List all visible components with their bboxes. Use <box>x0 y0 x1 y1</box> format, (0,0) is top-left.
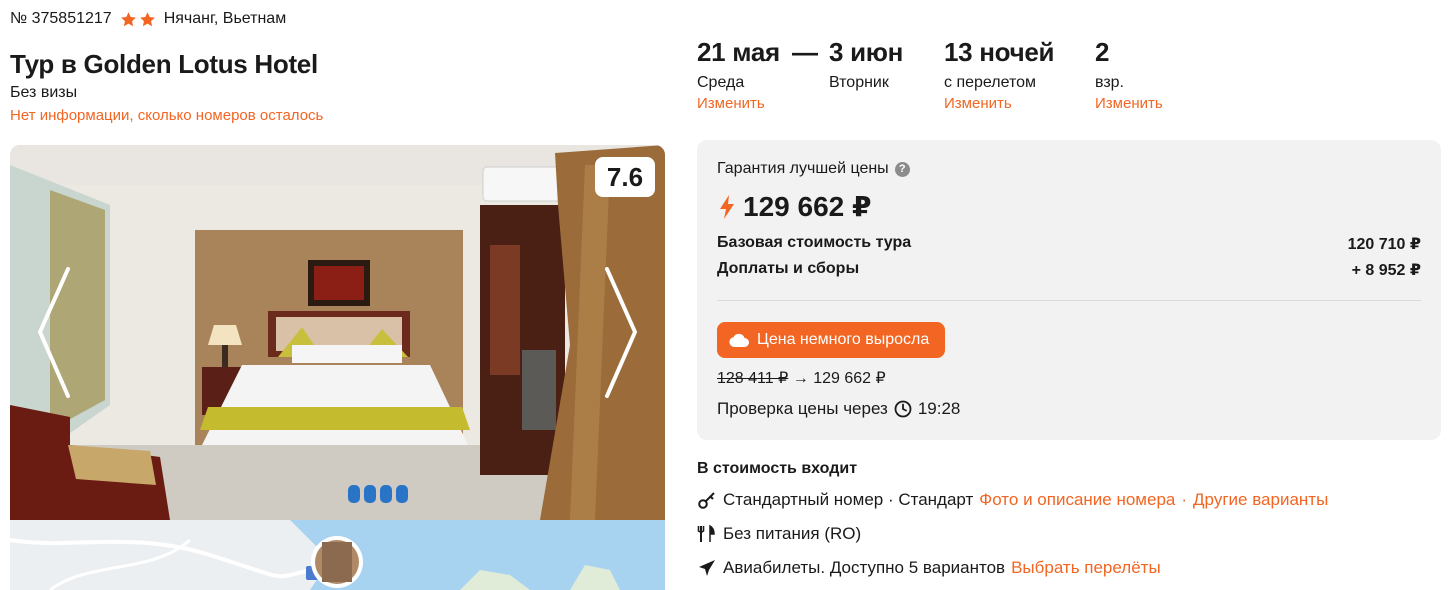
lightning-icon <box>720 194 734 219</box>
star-icon <box>120 11 136 26</box>
room-type: Стандартный номер · Стандарт <box>723 490 974 509</box>
guarantee-label: Гарантия лучшей цены <box>717 160 889 177</box>
guests-value: 2 <box>1095 37 1110 67</box>
arrow-right-icon: → <box>792 370 809 387</box>
base-price-row: Базовая стоимость тура 120 710 ₽ <box>717 234 1421 254</box>
chevron-left-icon[interactable] <box>34 265 74 400</box>
base-price-value: 120 710 ₽ <box>1347 236 1421 253</box>
date-from-weekday: Среда <box>697 74 745 91</box>
airplane-icon <box>699 560 715 576</box>
nights: 13 ночей с перелетом Изменить <box>944 37 1055 112</box>
hotel-map-preview[interactable] <box>10 520 665 590</box>
price-check-time: 19:28 <box>917 399 961 418</box>
new-price: 129 662 ₽ <box>813 370 886 387</box>
map-tiles <box>10 520 665 590</box>
guests: 2 взр. Изменить <box>1095 37 1163 112</box>
fees-label: Доплаты и сборы <box>717 260 860 277</box>
meal-plan: Без питания (RO) <box>723 524 862 543</box>
change-guests-link[interactable]: Изменить <box>1095 95 1163 112</box>
hotel-rating-badge: 7.6 <box>595 157 655 197</box>
price-increase-text: Цена немного выросла <box>757 331 930 348</box>
base-price-label: Базовая стоимость тура <box>717 234 912 251</box>
page-title: Тур в Golden Lotus Hotel <box>10 49 318 79</box>
price-check-label: Проверка цены через <box>717 399 888 418</box>
fees-row: Доплаты и сборы + 8 952 ₽ <box>717 260 1421 280</box>
rooms-availability-info: Нет информации, сколько номеров осталось <box>10 107 324 124</box>
cloud-icon <box>729 333 749 347</box>
included-title: В стоимость входит <box>697 460 858 477</box>
fees-value: + 8 952 ₽ <box>1351 262 1421 279</box>
change-dates-link[interactable]: Изменить <box>697 95 780 112</box>
guests-note: взр. <box>1095 74 1124 91</box>
room-photos-link[interactable]: Фото и описание номера <box>979 490 1175 510</box>
choose-flights-link[interactable]: Выбрать перелёты <box>1011 558 1161 578</box>
separator-dot: · <box>1181 490 1188 509</box>
clock-icon <box>894 400 912 418</box>
star-icon <box>139 11 155 26</box>
tour-number: № 375851217 <box>10 10 112 27</box>
included-meal: Без питания (RO) <box>697 524 861 544</box>
price-increase-badge: Цена немного выросла <box>717 322 946 358</box>
price-card: Гарантия лучшей цены ? 129 662 ₽ Базовая… <box>697 140 1441 440</box>
hotel-location: Нячанг, Вьетнам <box>163 10 287 27</box>
hotel-photo-gallery[interactable]: 7.6 <box>10 145 665 520</box>
included-flights: Авиабилеты. Доступно 5 вариантов Выбрать… <box>697 558 1161 578</box>
hotel-room-photo <box>10 145 665 520</box>
date-to: 3 июн Вторник <box>829 37 903 92</box>
visa-info: Без визы <box>10 84 78 101</box>
other-rooms-link[interactable]: Другие варианты <box>1193 490 1328 510</box>
hotel-stars <box>120 11 156 28</box>
date-to-weekday: Вторник <box>829 74 889 91</box>
question-icon[interactable]: ? <box>894 161 910 177</box>
total-price-value: 129 662 ₽ <box>743 191 872 222</box>
price-change: 128 411 ₽ → 129 662 ₽ <box>717 368 886 388</box>
included-room: Стандартный номер · Стандарт Фото и опис… <box>697 490 1328 510</box>
price-check-timer: Проверка цены через 19:28 <box>717 399 960 419</box>
change-nights-link[interactable]: Изменить <box>944 95 1054 112</box>
nights-value: 13 ночей <box>944 37 1055 67</box>
date-to-value: 3 июн <box>829 37 904 67</box>
fork-knife-icon <box>697 524 715 542</box>
date-range-dash: — <box>792 37 818 67</box>
tour-meta: № 375851217 Нячанг, Вьетнам <box>10 10 286 28</box>
divider <box>717 300 1421 301</box>
best-price-guarantee: Гарантия лучшей цены ? <box>717 160 910 178</box>
nights-note: с перелетом <box>944 74 1037 91</box>
flights-info: Авиабилеты. Доступно 5 вариантов <box>723 558 1006 577</box>
old-price: 128 411 ₽ <box>717 370 789 387</box>
key-icon <box>698 492 715 509</box>
chevron-right-icon[interactable] <box>601 265 641 400</box>
date-from-value: 21 мая <box>697 37 780 67</box>
date-from: 21 мая Среда Изменить <box>697 37 780 112</box>
total-price: 129 662 ₽ <box>719 190 871 223</box>
